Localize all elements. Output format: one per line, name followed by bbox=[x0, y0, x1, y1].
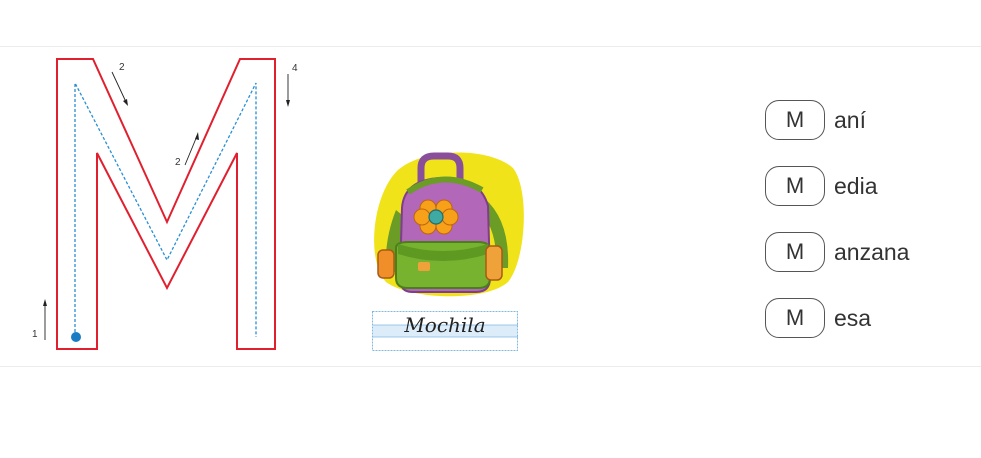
letter-box[interactable]: M bbox=[765, 166, 825, 206]
word-ending: anzana bbox=[834, 238, 910, 265]
stroke-arrow-1: 1 bbox=[32, 299, 47, 340]
word-row-media: M edia bbox=[765, 165, 909, 207]
illustration-word: Mochila bbox=[404, 313, 486, 337]
stroke-number-2a: 2 bbox=[119, 62, 125, 73]
letter-box[interactable]: M bbox=[765, 298, 825, 338]
word-writing-box: Mochila bbox=[372, 311, 518, 351]
top-divider bbox=[0, 46, 981, 47]
stroke-number-2b: 2 bbox=[175, 157, 181, 168]
word-row-mesa: M esa bbox=[765, 297, 909, 339]
word-ending: esa bbox=[834, 304, 872, 331]
bottom-divider bbox=[0, 366, 981, 367]
word-ending: aní bbox=[834, 106, 866, 133]
stroke-arrow-2a: 2 bbox=[111, 62, 128, 106]
stroke-arrow-4: 4 bbox=[286, 63, 298, 107]
backpack-icon bbox=[374, 152, 524, 297]
letter-m-guide-line bbox=[74, 82, 257, 337]
word-row-manzana: M anzana bbox=[765, 231, 909, 273]
letter-m-tracing: 1 2 2 4 bbox=[32, 58, 298, 350]
stroke-number-1: 1 bbox=[32, 329, 38, 340]
stroke-number-4: 4 bbox=[292, 63, 298, 74]
word-ending: edia bbox=[834, 172, 878, 199]
word-list: M aní M edia M anzana M esa bbox=[765, 99, 909, 363]
start-dot bbox=[71, 332, 81, 342]
letter-box[interactable]: M bbox=[765, 100, 825, 140]
stroke-arrow-2b: 2 bbox=[175, 132, 199, 168]
letter-box[interactable]: M bbox=[765, 232, 825, 272]
letter-m-outline bbox=[56, 58, 276, 350]
word-row-mani: M aní bbox=[765, 99, 909, 141]
